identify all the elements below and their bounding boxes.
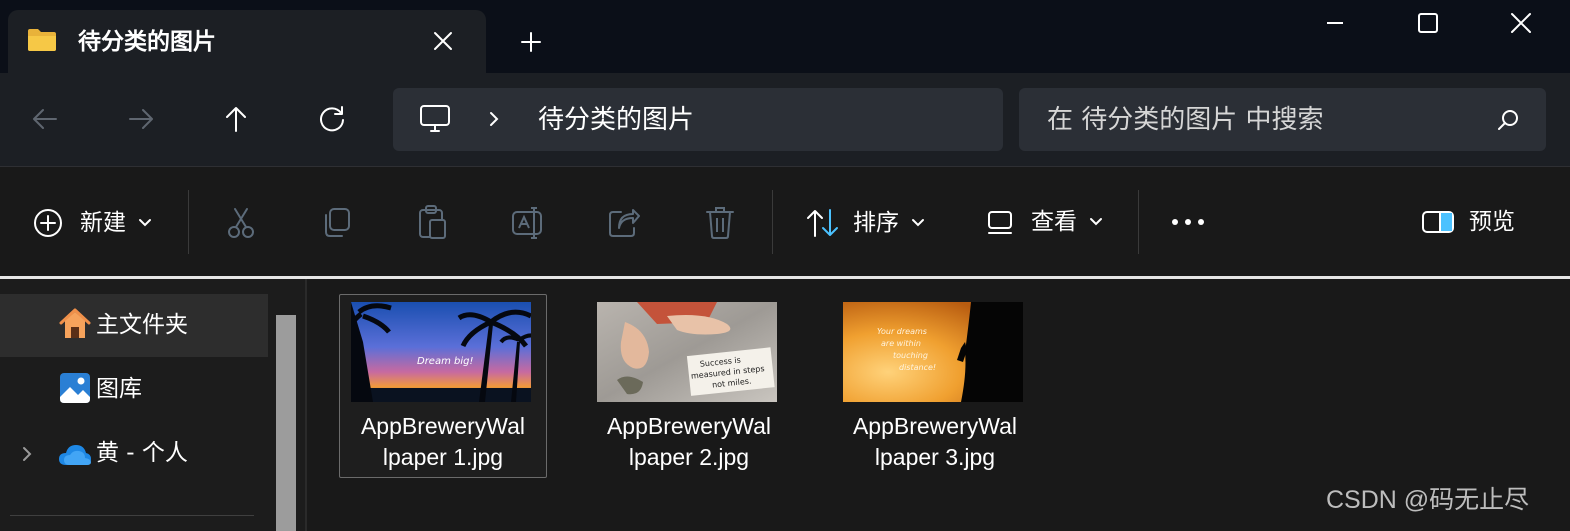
file-item[interactable]: Your dreams are within touching distance… [831,294,1039,478]
sidebar-item-gallery[interactable]: 图库 [0,358,268,421]
new-button[interactable]: 新建 [33,208,152,238]
command-bar: 新建 排序 查看 预览 [0,168,1570,276]
new-label: 新建 [80,210,126,236]
tab-current-folder[interactable]: 待分类的图片 [8,10,486,73]
delete-icon[interactable] [704,205,736,241]
tab-title: 待分类的图片 [78,29,216,55]
more-icon[interactable] [1170,215,1206,229]
plus-circle-icon [34,209,62,237]
address-bar[interactable]: 待分类的图片 [393,88,1003,151]
thumb-text: distance! [899,363,936,372]
sort-icon [807,209,838,237]
separator [772,190,773,254]
sidebar-item-label: 图库 [96,376,142,402]
preview-pane-icon [1422,211,1454,233]
maximize-icon[interactable] [1415,10,1441,36]
thumb-text: Dream big! [417,356,474,367]
arrow-right-icon[interactable] [126,104,156,134]
file-name-line: lpaper 3.jpg [874,444,996,470]
file-name-line: AppBreweryWal [852,413,1018,439]
chevron-down-icon [912,219,924,227]
thumb-text: are within [881,339,921,348]
view-label: 查看 [1031,209,1077,235]
share-icon[interactable] [607,206,641,240]
onedrive-cloud-icon [59,445,91,465]
cut-icon[interactable] [225,206,257,240]
refresh-icon[interactable] [317,104,347,134]
chevron-right-icon[interactable] [486,110,502,128]
watermark: CSDN @码无止尽 [1326,486,1530,514]
thumb-text: touching [893,351,928,360]
navigation-bar: 待分类的图片 在 待分类的图片 中搜索 [0,73,1570,167]
minimize-icon[interactable] [1322,10,1348,36]
copy-icon[interactable] [321,206,353,240]
search-icon[interactable] [1495,107,1521,133]
file-name-line: AppBreweryWal [606,413,772,439]
navigation-pane: 主文件夹 图库 黄 - 个人 [0,279,305,531]
sidebar-divider [10,515,254,516]
paste-icon[interactable] [416,204,448,240]
arrow-up-icon[interactable] [221,104,251,134]
chevron-down-icon [139,219,151,227]
sort-button[interactable]: 排序 [806,208,925,238]
close-window-icon[interactable] [1508,10,1534,36]
file-name: AppBreweryWal lpaper 1.jpg [340,411,546,473]
view-button[interactable]: 查看 [986,208,1103,236]
preview-pane-button[interactable]: 预览 [1421,208,1515,236]
file-name: AppBreweryWal lpaper 3.jpg [832,411,1038,473]
sort-label: 排序 [853,210,899,236]
separator [1138,190,1139,254]
arrow-left-icon[interactable] [30,104,60,134]
title-bar: 待分类的图片 [0,0,1570,73]
chevron-down-icon [1090,218,1102,226]
sidebar-scrollbar[interactable] [276,315,296,531]
separator [188,190,189,254]
sidebar-item-home[interactable]: 主文件夹 [0,294,268,357]
rename-icon[interactable] [510,206,546,240]
plus-icon[interactable] [520,31,542,53]
file-explorer-window: 待分类的图片 待分类的图片 在 待分类的图片 中搜索 新建 排序 查看 预览 主… [0,0,1570,531]
search-placeholder[interactable]: 在 待分类的图片 中搜索 [1047,104,1324,136]
home-icon [59,308,91,338]
this-pc-icon [420,105,450,132]
preview-label: 预览 [1469,209,1515,235]
sidebar-item-label: 主文件夹 [96,312,188,338]
gallery-icon [60,373,90,403]
address-path[interactable]: 待分类的图片 [538,104,694,136]
folder-icon [28,29,56,51]
file-name: AppBreweryWal lpaper 2.jpg [586,411,792,473]
close-icon[interactable] [432,30,454,52]
file-item[interactable]: Dream big! AppBreweryWal lpaper 1.jpg [339,294,547,478]
search-box[interactable]: 在 待分类的图片 中搜索 [1019,88,1546,151]
file-name-line: AppBreweryWal [360,413,526,439]
sidebar-item-onedrive[interactable]: 黄 - 个人 [0,422,268,485]
file-item[interactable]: Success is measured in steps not miles. … [585,294,793,478]
view-icon [988,211,1012,234]
chevron-right-icon[interactable] [20,445,34,463]
thumb-text: Your dreams [877,327,927,336]
file-thumbnail: Your dreams are within touching distance… [843,302,1023,402]
file-name-line: lpaper 2.jpg [628,444,750,470]
file-name-line: lpaper 1.jpg [382,444,504,470]
file-thumbnail: Success is measured in steps not miles. [597,302,777,402]
file-thumbnail: Dream big! [351,302,531,402]
sidebar-item-label: 黄 - 个人 [96,440,188,466]
